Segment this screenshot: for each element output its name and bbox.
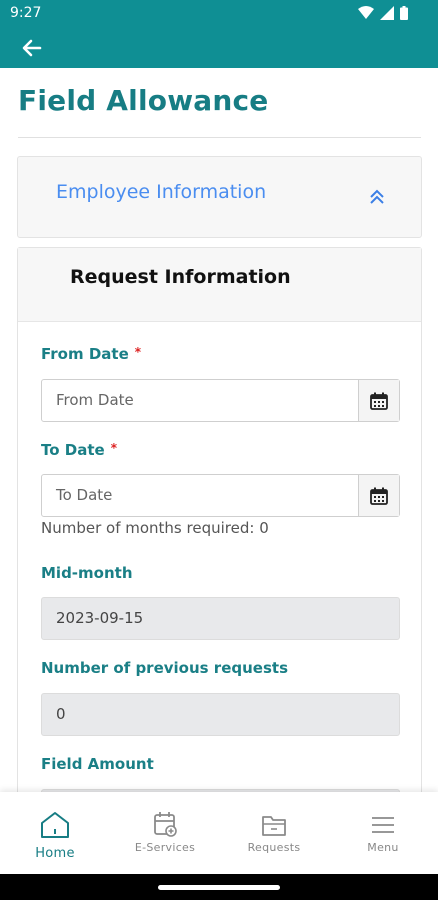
bottom-navigation: Home E-Services Requests Menu xyxy=(0,792,438,874)
from-date-calendar-button[interactable] xyxy=(358,380,399,421)
employee-information-section[interactable]: Employee Information xyxy=(17,156,422,238)
required-marker: * xyxy=(110,441,117,455)
gesture-navigation-bar xyxy=(0,874,438,900)
to-date-field[interactable]: To Date xyxy=(41,474,400,517)
battery-icon xyxy=(400,6,408,20)
back-button[interactable] xyxy=(20,36,44,60)
mid-month-value: 2023-09-15 xyxy=(56,609,144,627)
from-date-field[interactable]: From Date xyxy=(41,379,400,422)
wifi-icon xyxy=(358,6,374,19)
signal-icon xyxy=(380,6,394,20)
months-required-text: Number of months required: 0 xyxy=(41,519,269,537)
page-title: Field Allowance xyxy=(18,84,269,117)
nav-requests[interactable]: Requests xyxy=(219,792,329,874)
previous-requests-field: 0 xyxy=(41,693,400,736)
previous-requests-value: 0 xyxy=(56,705,66,723)
home-gesture-handle[interactable] xyxy=(158,885,280,890)
arrow-left-icon xyxy=(22,39,42,57)
to-date-calendar-button[interactable] xyxy=(358,475,399,516)
nav-home[interactable]: Home xyxy=(0,792,110,874)
field-amount-label: Field Amount xyxy=(41,755,154,773)
from-date-label: From Date * xyxy=(41,345,142,363)
calendar-icon xyxy=(370,487,388,505)
mid-month-field: 2023-09-15 xyxy=(41,597,400,640)
folder-icon xyxy=(262,816,286,836)
mid-month-label: Mid-month xyxy=(41,564,133,582)
system-icons xyxy=(358,6,408,20)
nav-e-services-label: E-Services xyxy=(134,841,196,854)
employee-information-label: Employee Information xyxy=(56,181,267,203)
nav-requests-label: Requests xyxy=(247,841,301,854)
status-bar: 9:27 xyxy=(0,0,438,28)
to-date-label: To Date * xyxy=(41,441,117,459)
request-information-header: Request Information xyxy=(18,248,421,322)
calendar-plus-icon xyxy=(154,812,177,837)
home-icon xyxy=(41,812,69,838)
app-bar xyxy=(0,28,438,68)
nav-home-label: Home xyxy=(35,846,75,861)
nav-menu[interactable]: Menu xyxy=(328,792,438,874)
nav-menu-label: Menu xyxy=(367,841,399,854)
required-marker: * xyxy=(134,345,142,359)
to-date-placeholder: To Date xyxy=(56,486,113,504)
calendar-icon xyxy=(370,392,388,410)
chevron-double-up-icon[interactable] xyxy=(369,188,385,204)
hamburger-menu-icon xyxy=(372,817,394,833)
status-time: 9:27 xyxy=(10,5,42,21)
request-information-title: Request Information xyxy=(70,266,291,288)
previous-requests-label: Number of previous requests xyxy=(41,659,288,677)
nav-e-services[interactable]: E-Services xyxy=(110,792,220,874)
from-date-placeholder: From Date xyxy=(56,391,134,409)
title-divider xyxy=(18,137,421,138)
